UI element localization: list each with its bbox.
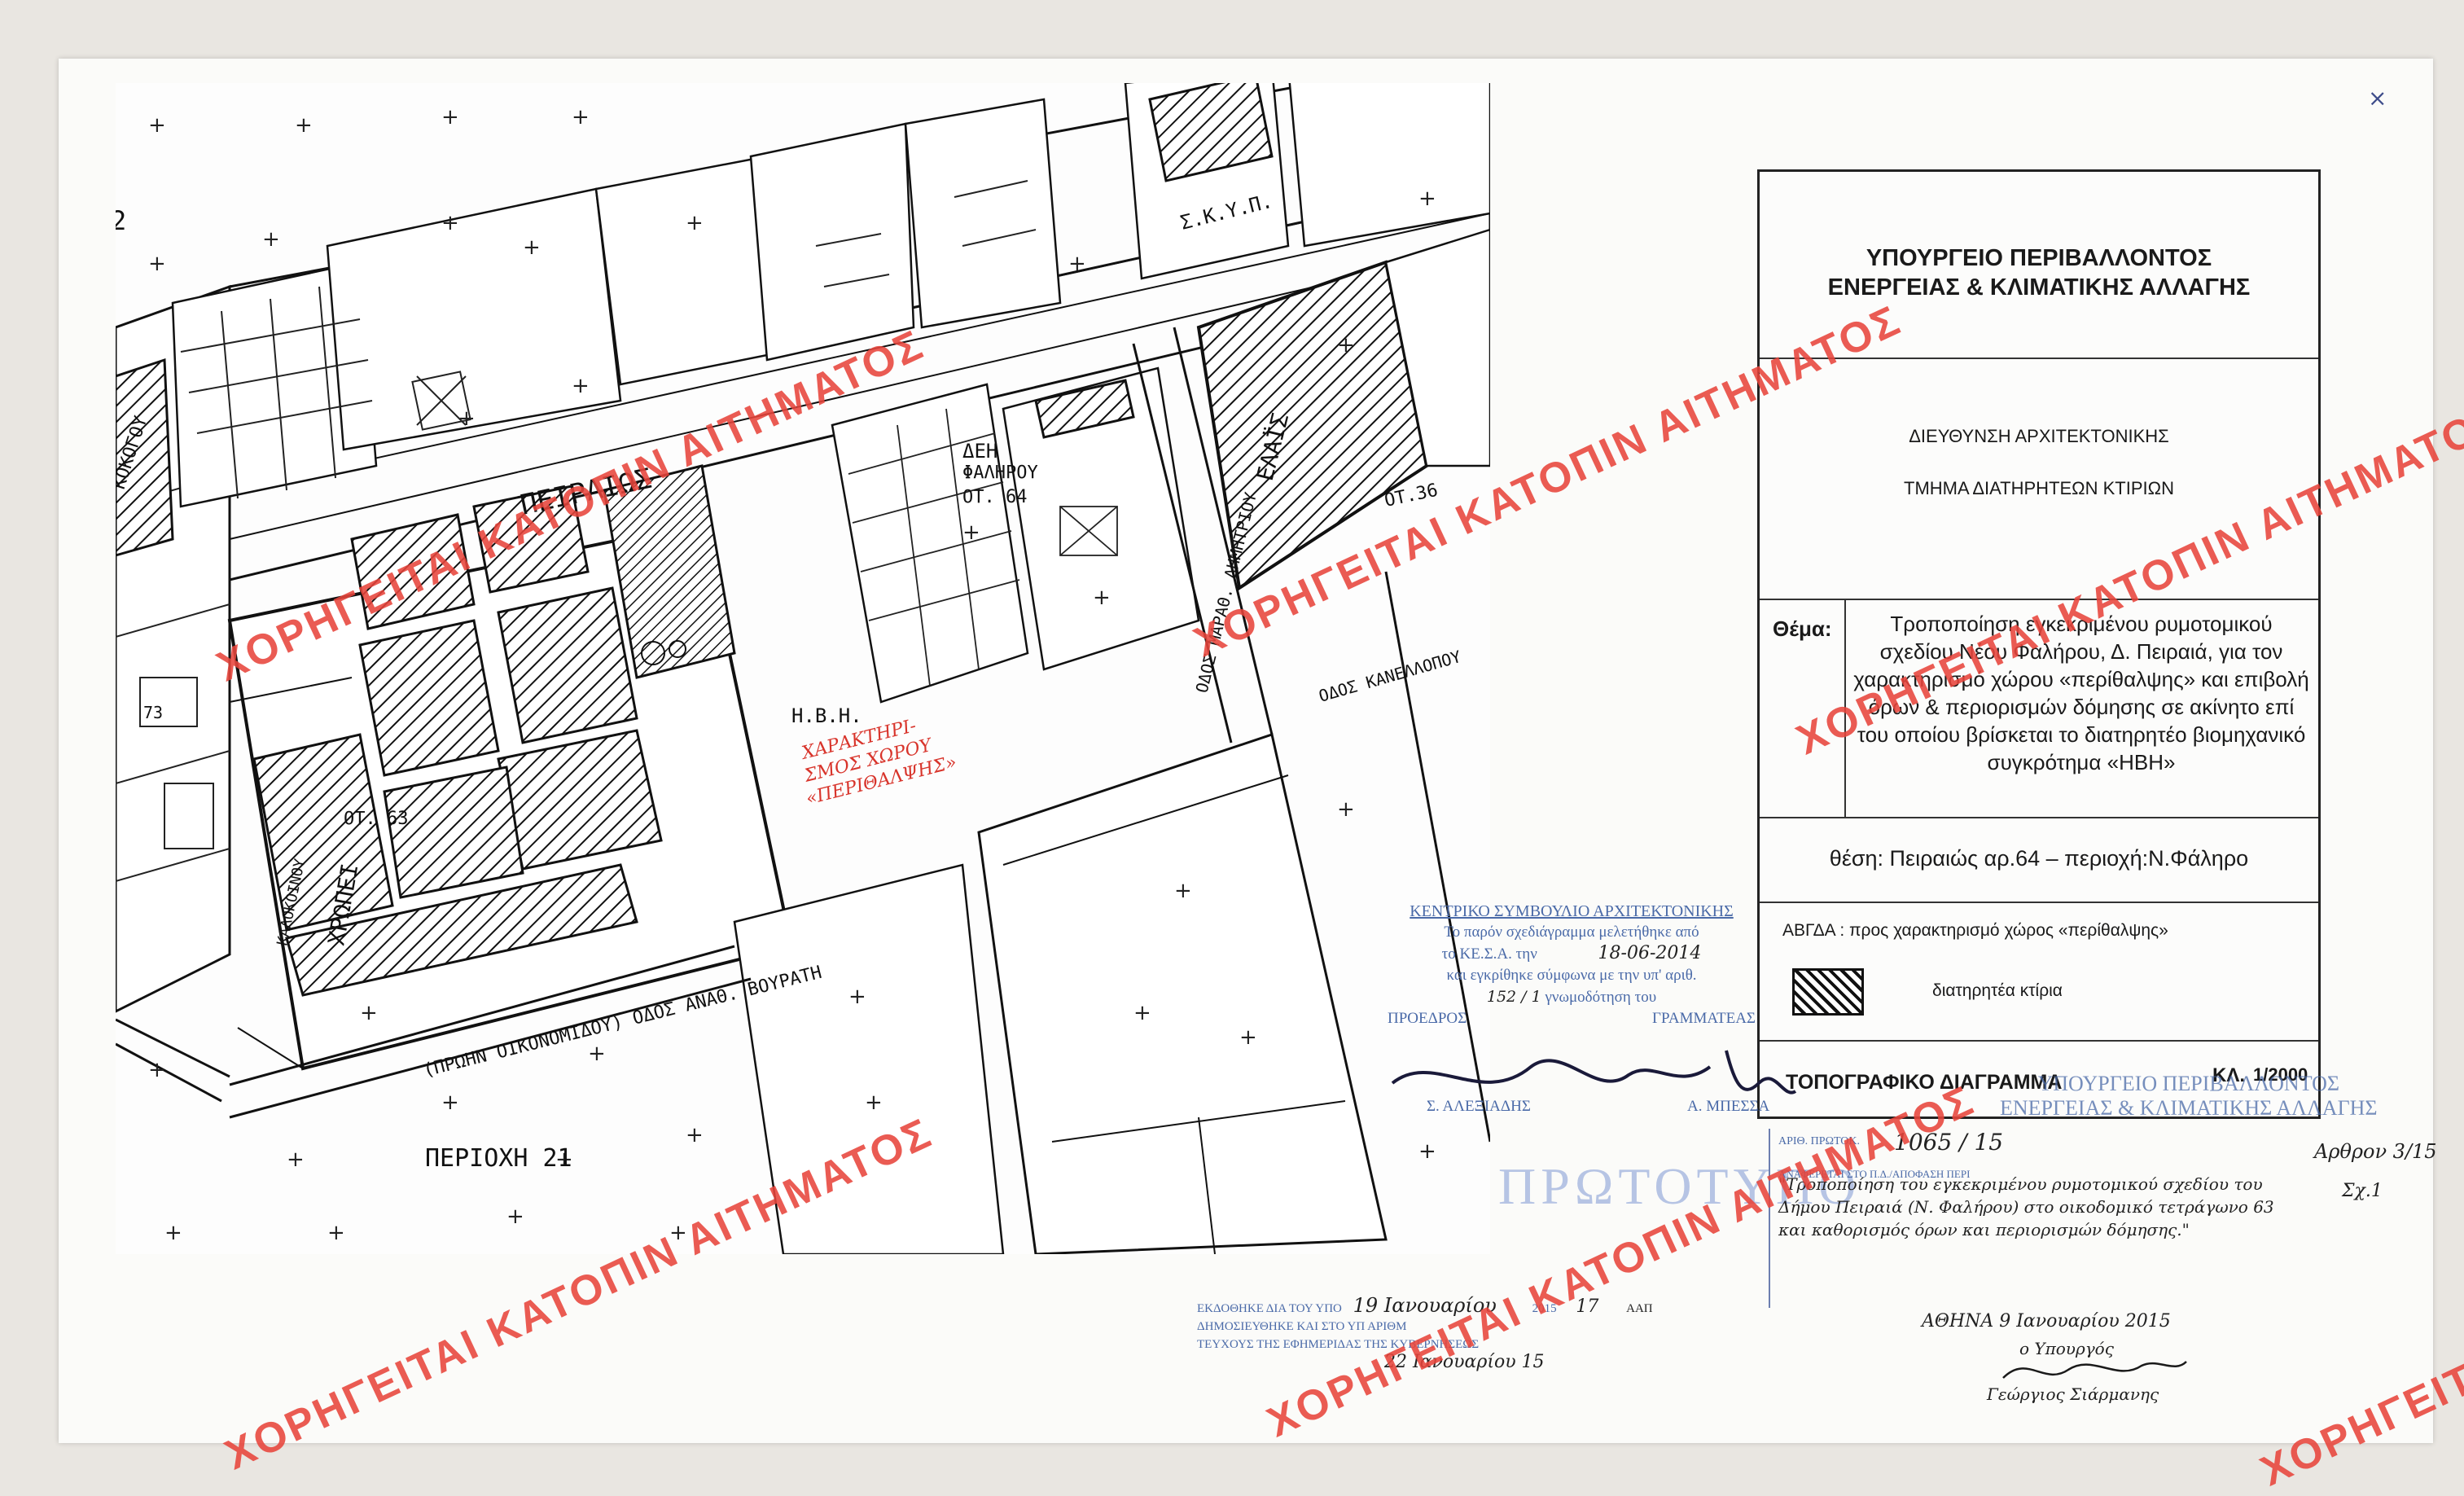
signature-name: Γεώργιος Σιάρμανης	[1987, 1384, 2159, 1404]
svg-text:+: +	[441, 211, 459, 235]
svg-text:+: +	[588, 1042, 606, 1066]
article-reference: Αρθρον 3/15	[2314, 1140, 2437, 1163]
label-ivi: Η.Β.Η.	[791, 704, 862, 727]
label-falirou: ΦΑΛΗΡΟΥ	[962, 463, 1038, 483]
svg-text:+: +	[458, 406, 476, 431]
svg-text:+: +	[523, 235, 541, 260]
legend-section: ΑΒΓΔΑ : προς χαρακτηρισμό χώρος «περίθαλ…	[1760, 902, 2318, 1042]
kesa-line2: το ΚΕ.Σ.Α. την	[1441, 945, 1537, 963]
svg-text:+: +	[506, 1204, 524, 1229]
kesa-line1: Το παρόν σχεδιάγραμμα μελετήθηκε από	[1444, 923, 1699, 941]
figure-reference: Σχ.1	[2342, 1181, 2383, 1201]
topographic-map: + + + + ++ +++ ++ +++ ++ +++ ++ +++ ++ + ++ …	[116, 83, 1490, 1254]
svg-text:+: +	[360, 1001, 378, 1025]
svg-text:+: +	[148, 252, 166, 276]
publish-series: ΑΑΠ	[1626, 1302, 1653, 1315]
kesa-stamp: ΚΕΝΤΡΙΚΟ ΣΥΜΒΟΥΛΙΟ ΑΡΧΙΤΕΚΤΟΝΙΚΗΣ Το παρ…	[1376, 901, 1767, 1029]
location: θέση: Πειραιώς αρ.64 – περιοχή:Ν.Φάληρο	[1829, 846, 2249, 871]
subject-label: Θέμα:	[1773, 616, 1832, 641]
ministry-stamp-line1: ΥΠΟΥΡΓΕΙΟ ΠΕΡΙΒΑΛΛΟΝΤΟΣ	[2037, 1072, 2340, 1095]
svg-text:+: +	[327, 1221, 345, 1245]
svg-text:+: +	[1174, 879, 1192, 903]
kesa-line3: και εγκρίθηκε σύμφωνα με την υπ' αριθ.	[1446, 967, 1697, 984]
svg-text:+: +	[295, 113, 313, 138]
label-ot63: ΟΤ. 63	[344, 809, 408, 829]
kesa-secretary: ΓΡΑΜΜΑΤΕΑΣ	[1652, 1010, 1756, 1027]
publish-label: ΕΚΔΟΘΗΚΕ ΔΙΑ ΤΟΥ ΥΠΟ	[1197, 1302, 1342, 1315]
svg-text:+: +	[148, 113, 166, 138]
svg-text:+: +	[262, 227, 280, 252]
department: ΤΜΗΜΑ ΔΙΑΤΗΡΗΤΕΩΝ ΚΤΙΡΙΩΝ	[1904, 478, 2174, 498]
svg-text:+: +	[164, 1221, 182, 1245]
kesa-line4: γνωμοδότηση του	[1545, 989, 1657, 1006]
svg-text:+: +	[1133, 1001, 1151, 1025]
svg-text:+: +	[848, 985, 866, 1009]
legend-abgda: ΑΒΓΔΑ : προς χαρακτηρισμό χώρος «περίθαλ…	[1782, 921, 2168, 940]
svg-text:+: +	[686, 1123, 704, 1147]
ministry-stamp: ΥΠΟΥΡΓΕΙΟ ΠΕΡΙΒΑΛΛΟΝΤΟΣ ΕΝΕΡΓΕΙΑΣ & ΚΛΙΜ…	[2000, 1072, 2378, 1121]
corner-mark: ×	[2368, 85, 2387, 112]
map-page-number: 2	[116, 205, 126, 236]
athens-date: ΑΘΗΝΑ 9 Ιανουαρίου 2015	[1922, 1311, 2171, 1331]
svg-text:+: +	[1337, 797, 1355, 822]
svg-text:+: +	[1068, 252, 1086, 276]
svg-text:+: +	[962, 520, 980, 545]
legend-hatch-label: διατηρητέα κτίρια	[1932, 981, 2063, 1000]
svg-text:+: +	[572, 105, 590, 129]
location-section: θέση: Πειραιώς αρ.64 – περιοχή:Ν.Φάληρο	[1760, 817, 2318, 903]
svg-text:+: +	[1418, 186, 1436, 211]
svg-text:+: +	[1337, 333, 1355, 358]
secretary-name: Α. ΜΠΕΣΣΑ	[1687, 1098, 1770, 1115]
area-label: ΠΕΡΙΟΧΗ 21	[425, 1144, 572, 1173]
decree-handwriting: "Τροποποίηση του εγκεκριμένου ρυμοτομικο…	[1778, 1174, 2274, 1239]
svg-text:+: +	[1239, 1025, 1257, 1050]
kesa-num: 152 / 1	[1486, 988, 1541, 1006]
legend-hatch-swatch	[1792, 968, 1864, 1016]
svg-text:+: +	[1418, 1139, 1436, 1164]
svg-text:+: +	[865, 1090, 883, 1115]
kesa-date: 18-06-2014	[1598, 943, 1702, 963]
svg-text:+: +	[441, 1090, 459, 1115]
label-dei: ΔΕΗ	[962, 440, 997, 463]
directorate: ΔΙΕΥΘΥΝΣΗ ΑΡΧΙΤΕΚΤΟΝΙΚΗΣ	[1909, 426, 2169, 446]
svg-text:+: +	[1093, 586, 1111, 610]
ministry-stamp-line2: ΕΝΕΡΓΕΙΑΣ & ΚΛΙΜΑΤΙΚΗΣ ΑΛΛΑΓΗΣ	[2000, 1096, 2378, 1120]
svg-text:+: +	[287, 1147, 305, 1172]
ministry-line2: ΕΝΕΡΓΕΙΑΣ & ΚΛΙΜΑΤΙΚΗΣ ΑΛΛΑΓΗΣ	[1827, 274, 2251, 301]
svg-text:+: +	[686, 211, 704, 235]
label-73: 73	[143, 703, 163, 722]
ministry-line1: ΥΠΟΥΡΓΕΙΟ ΠΕΡΙΒΑΛΛΟΝΤΟΣ	[1866, 245, 2212, 271]
kesa-title: ΚΕΝΤΡΙΚΟ ΣΥΜΒΟΥΛΙΟ ΑΡΧΙΤΕΚΤΟΝΙΚΗΣ	[1410, 902, 1734, 920]
svg-text:+: +	[148, 1058, 166, 1082]
kesa-president: ΠΡΟΕΔΡΟΣ	[1388, 1010, 1467, 1027]
label-ot64: ΟΤ. 64	[962, 487, 1027, 507]
svg-text:+: +	[572, 374, 590, 398]
president-name: Σ. ΑΛΕΞΙΑΔΗΣ	[1427, 1098, 1531, 1115]
svg-text:+: +	[441, 105, 459, 129]
